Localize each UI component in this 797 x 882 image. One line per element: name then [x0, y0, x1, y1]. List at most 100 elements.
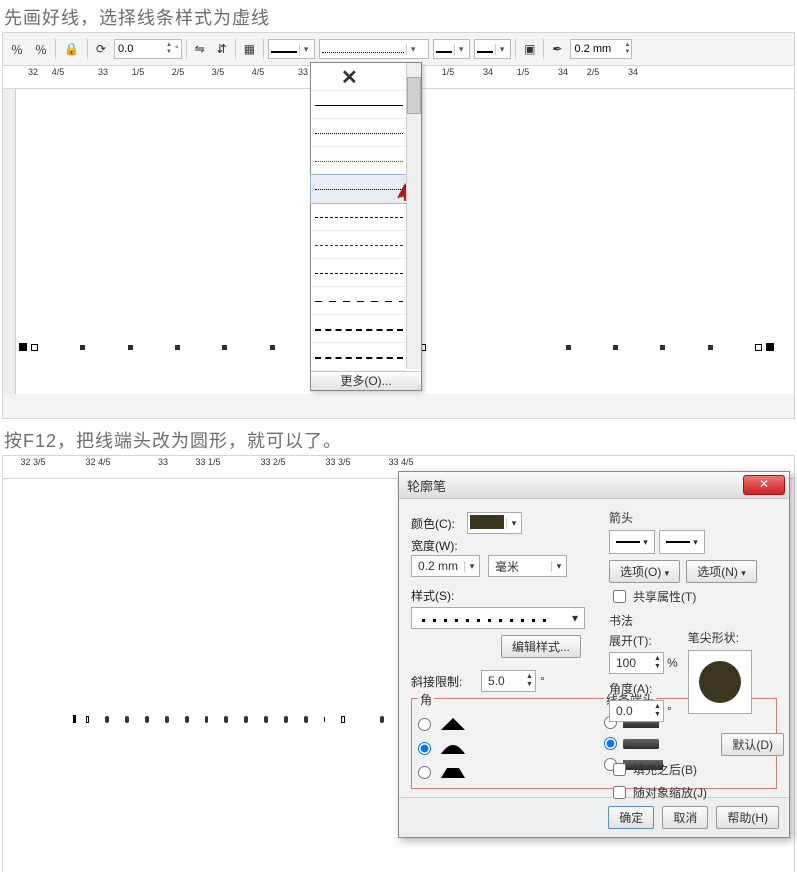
scrollbar[interactable] — [406, 63, 421, 369]
start-arrow-combo[interactable]: ▾ — [433, 39, 470, 59]
unit-value: 毫米 — [489, 558, 551, 575]
corner-miter-radio[interactable] — [418, 716, 584, 732]
color-picker[interactable]: ▾ — [467, 512, 522, 534]
style-option-solid[interactable] — [311, 91, 407, 119]
angle-label: 角度(A): — [609, 680, 652, 697]
style-option-dash-5[interactable] — [311, 315, 407, 343]
align-icon[interactable]: ▦ — [240, 40, 259, 58]
corner-bevel-radio[interactable] — [418, 764, 584, 780]
cancel-button[interactable]: 取消 — [662, 806, 708, 829]
stretch-label: 展开(T): — [609, 632, 652, 649]
chevron-down-icon: ▾ — [464, 561, 479, 572]
miter-spinner[interactable]: 5.0 ▲▼ — [481, 670, 536, 692]
separator — [186, 39, 187, 59]
chevron-down-icon: ▾ — [572, 611, 578, 625]
instruction-text-1: 先画好线，选择线条样式为虚线 — [0, 0, 797, 32]
angle-value: 0.0 — [610, 704, 652, 718]
close-button[interactable]: ✕ — [743, 475, 785, 495]
style-option-dash-4[interactable] — [311, 287, 407, 315]
line-style-combo[interactable]: ▾ — [319, 39, 429, 59]
arrow-options-1-button[interactable]: 选项(O) ▾ — [609, 560, 680, 583]
stretch-unit: % — [664, 656, 678, 670]
miter-label: 斜接限制: — [411, 673, 481, 690]
share-attributes-checkbox[interactable]: 共享属性(T) — [609, 587, 784, 606]
calligraphy-label: 书法 — [609, 612, 784, 629]
style-label: 样式(S): — [411, 587, 467, 604]
scale-with-object-checkbox[interactable]: 随对象缩放(J) — [609, 783, 784, 802]
chevron-down-icon: ▾ — [454, 44, 467, 55]
line-width-value[interactable] — [571, 42, 623, 56]
selection-handle[interactable] — [19, 343, 27, 351]
lock-ratio-icon[interactable]: 🔒 — [60, 40, 83, 58]
help-button[interactable]: 帮助(H) — [716, 806, 779, 829]
style-select[interactable]: ▾ — [411, 607, 585, 629]
selection-handle[interactable] — [324, 717, 326, 722]
separator — [263, 39, 264, 59]
chevron-down-icon: ▾ — [299, 44, 312, 55]
dialog-title: 轮廓笔 — [403, 476, 743, 495]
width-value: 0.2 mm — [412, 559, 464, 573]
nib-preview — [688, 650, 752, 714]
canvas-area[interactable]: 轮廓笔 ✕ 颜色(C): ▾ 宽度(W): 0.2 mm — [3, 479, 794, 872]
width-label: 宽度(W): — [411, 537, 467, 554]
unit-select[interactable]: 毫米 ▾ — [488, 555, 567, 577]
chevron-down-icon: ▾ — [406, 44, 419, 55]
chevron-down-icon: ▾ — [551, 561, 566, 572]
style-option-dash-1[interactable] — [311, 203, 407, 231]
more-styles-button[interactable]: 更多(O)... — [311, 371, 421, 390]
end-arrow-select[interactable]: ▾ — [659, 530, 705, 554]
outline-pen-dialog: 轮廓笔 ✕ 颜色(C): ▾ 宽度(W): 0.2 mm — [398, 471, 790, 838]
stretch-spinner[interactable]: 100 ▲▼ — [609, 652, 664, 674]
style-option-dot-2[interactable] — [311, 147, 407, 175]
style-option-dot-3-selected[interactable] — [311, 175, 407, 203]
style-option-dash-3[interactable] — [311, 259, 407, 287]
screenshot-2: 32 3/5 32 4/5 33 33 1/5 33 2/5 33 3/5 33… — [2, 455, 795, 872]
arrow-options-2-button[interactable]: 选项(N) ▾ — [686, 560, 757, 583]
corner-round-radio[interactable] — [418, 740, 584, 756]
wrap-icon[interactable]: ▣ — [520, 40, 539, 58]
style-option-none[interactable]: ✕ — [311, 63, 407, 91]
nib-shape-label: 笔尖形状: — [688, 629, 752, 646]
angle-spinner[interactable]: 0.0 ▲▼ — [609, 700, 664, 722]
separator — [87, 39, 88, 59]
rotation-value[interactable] — [115, 42, 165, 56]
default-button[interactable]: 默认(D) — [721, 733, 784, 756]
selection-handle[interactable] — [31, 344, 38, 351]
ok-button[interactable]: 确定 — [608, 806, 654, 829]
end-arrow-combo[interactable]: ▾ — [474, 39, 511, 59]
selection-handle[interactable] — [73, 715, 76, 723]
width-select[interactable]: 0.2 mm ▾ — [411, 555, 480, 577]
miter-value: 5.0 — [482, 674, 524, 688]
rotation-spinner[interactable]: ▲▼ ° — [114, 39, 182, 59]
chevron-down-icon: ▾ — [495, 44, 508, 55]
solid-line-combo[interactable]: ▾ — [268, 39, 315, 59]
style-option-dash-6[interactable] — [311, 343, 407, 371]
selection-handle[interactable] — [341, 716, 345, 723]
mirror-h-icon[interactable]: ⇋ — [191, 40, 209, 58]
percent-y-icon[interactable]: ％ — [31, 39, 51, 60]
percent-x-icon[interactable]: ％ — [7, 39, 27, 60]
edit-style-button[interactable]: 编辑样式... — [501, 635, 581, 658]
line-style-dropdown: ✕ 更多(O)... — [310, 62, 422, 391]
separator — [515, 39, 516, 59]
style-option-dot-1[interactable] — [311, 119, 407, 147]
vertical-ruler — [3, 89, 16, 394]
round-cap-dashed-line[interactable] — [73, 714, 404, 724]
chevron-down-icon: ▾ — [643, 537, 648, 548]
style-option-dash-2[interactable] — [311, 231, 407, 259]
scrollbar-thumb[interactable] — [407, 77, 421, 114]
selection-handle[interactable] — [755, 344, 762, 351]
selection-handle[interactable] — [766, 343, 774, 351]
rotate-icon[interactable]: ⟳ — [92, 40, 110, 58]
separator — [235, 39, 236, 59]
instruction-text-2: 按F12，把线端头改为圆形，就可以了。 — [0, 423, 797, 455]
behind-fill-checkbox[interactable]: 填充之后(B) — [609, 760, 784, 779]
dialog-titlebar[interactable]: 轮廓笔 ✕ — [399, 472, 789, 499]
separator — [55, 39, 56, 59]
mirror-v-icon[interactable]: ⇵ — [213, 40, 231, 58]
line-width-spinner[interactable]: ▲▼ — [570, 39, 632, 59]
start-arrow-select[interactable]: ▾ — [609, 530, 655, 554]
arrows-label: 箭头 — [609, 509, 784, 526]
outline-pen-icon[interactable]: ✒︎ — [548, 40, 566, 58]
selection-handle[interactable] — [86, 716, 90, 723]
